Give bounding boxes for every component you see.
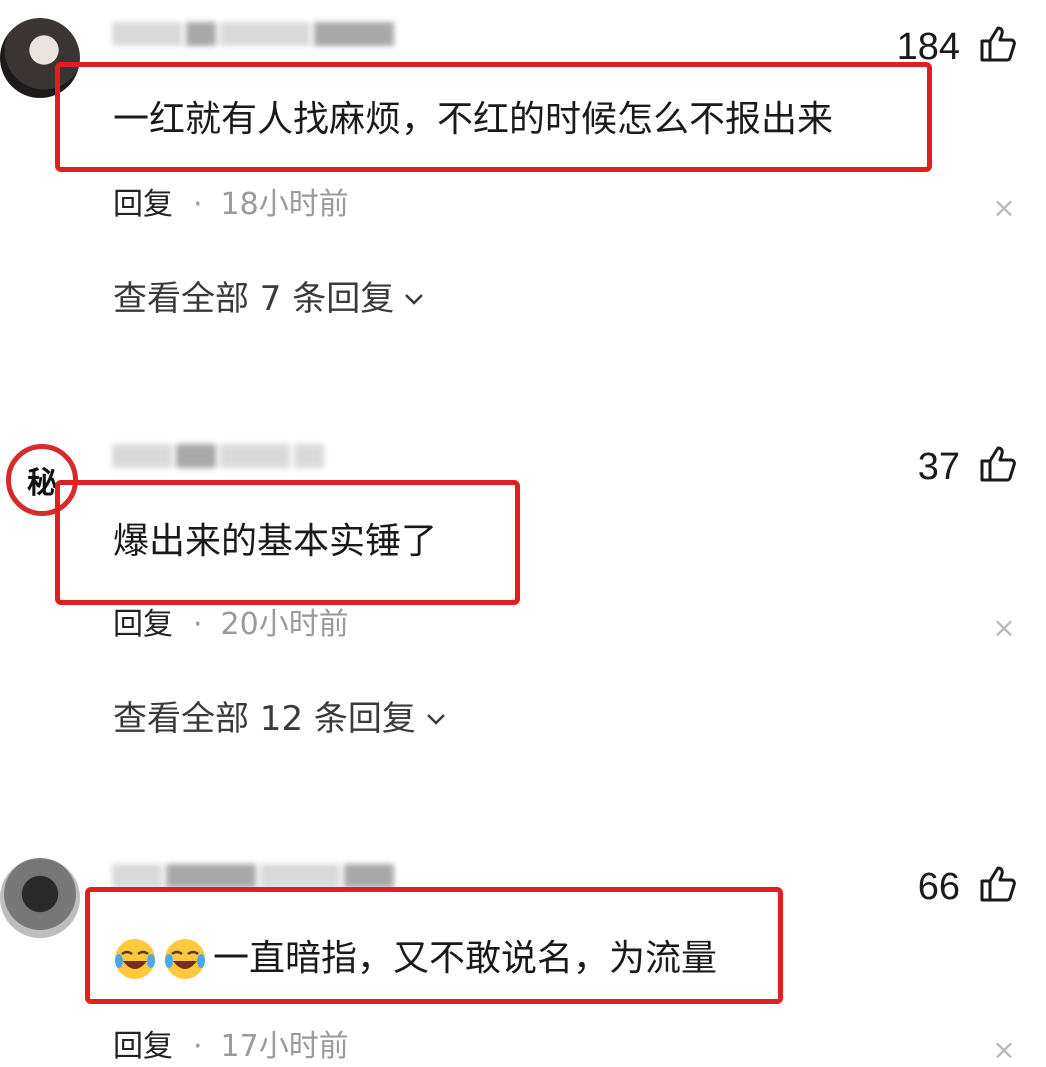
view-replies-label: 查看全部 7 条回复	[113, 279, 395, 319]
username-blurred	[112, 22, 394, 52]
separator-dot: ·	[193, 187, 203, 222]
reply-button[interactable]: 回复	[113, 1032, 173, 1062]
comment-item: 184 一红就有人找麻烦，不红的时候怎么不报出来 回复 · 18小时前 × 查看…	[0, 0, 1046, 340]
username-blurred	[112, 444, 324, 474]
separator-dot: ·	[193, 607, 203, 642]
comment-text: 一红就有人找麻烦，不红的时候怎么不报出来	[113, 99, 834, 140]
laughing-crying-emoji-icon	[115, 939, 155, 979]
close-icon[interactable]: ×	[992, 1036, 1016, 1064]
comment-text-body: 一直暗指，又不敢说名，为流量	[213, 938, 718, 979]
laughing-crying-emoji-icon	[165, 939, 205, 979]
comment-item: 秘 37 爆出来的基本实锤了 回复 · 20小时前 × 查看全部 12 条回复	[0, 420, 1046, 760]
reply-button[interactable]: 回复	[113, 610, 173, 640]
close-icon[interactable]: ×	[992, 194, 1016, 222]
comment-item: 66 一直暗指，又不敢说名，为流量 回复 · 17小时前 ×	[0, 840, 1046, 1067]
thumbs-up-icon[interactable]	[978, 444, 1018, 484]
comment-meta: 回复 · 20小时前	[113, 610, 349, 640]
separator-dot: ·	[193, 1029, 203, 1064]
view-replies-button[interactable]: 查看全部 7 条回复	[113, 282, 426, 316]
timestamp: 20小时前	[220, 607, 349, 642]
comment-meta: 回复 · 18小时前	[113, 190, 349, 220]
like-count: 66	[917, 866, 960, 908]
timestamp: 17小时前	[220, 1029, 349, 1064]
close-icon[interactable]: ×	[992, 614, 1016, 642]
comment-meta: 回复 · 17小时前	[113, 1032, 349, 1062]
like-count: 37	[917, 446, 960, 488]
view-replies-button[interactable]: 查看全部 12 条回复	[113, 702, 448, 736]
chevron-down-icon	[427, 714, 445, 725]
reply-button[interactable]: 回复	[113, 190, 173, 220]
avatar[interactable]	[0, 858, 80, 938]
thumbs-up-icon[interactable]	[978, 864, 1018, 904]
comment-text: 爆出来的基本实锤了	[113, 521, 438, 562]
timestamp: 18小时前	[220, 187, 349, 222]
comment-text: 一直暗指，又不敢说名，为流量	[113, 937, 717, 981]
chevron-down-icon	[405, 294, 424, 305]
view-replies-label: 查看全部 12 条回复	[113, 699, 416, 739]
thumbs-up-icon[interactable]	[978, 24, 1018, 64]
